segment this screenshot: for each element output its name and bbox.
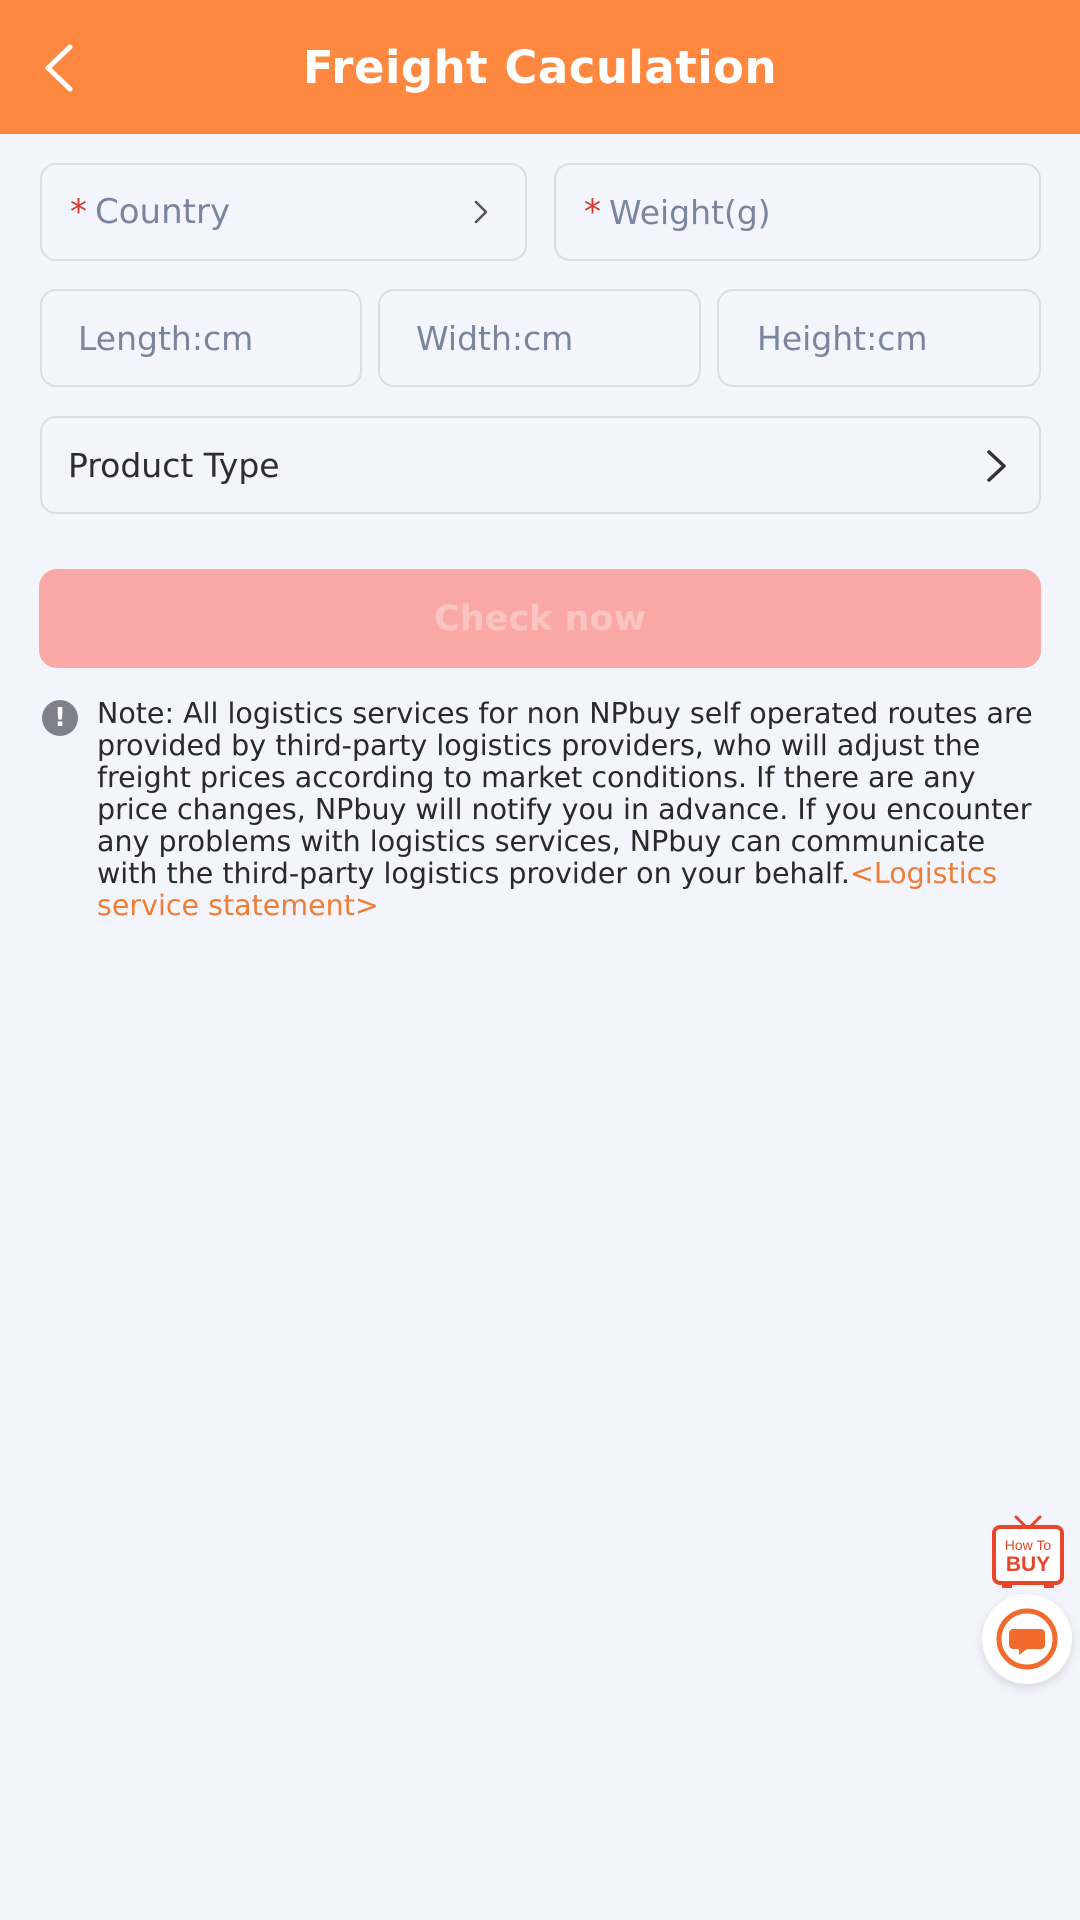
check-now-button[interactable]: Check now [39, 569, 1041, 668]
height-input[interactable] [757, 318, 1039, 358]
info-icon: ! [42, 700, 78, 736]
chevron-right-icon [987, 450, 1006, 482]
country-select[interactable]: * Country [40, 163, 527, 261]
chevron-right-icon [474, 200, 488, 224]
page-title: Freight Caculation [302, 40, 778, 94]
back-button[interactable] [28, 38, 88, 98]
weight-input[interactable] [609, 192, 1039, 232]
chat-icon [996, 1608, 1058, 1670]
customer-service-button[interactable] [982, 1594, 1072, 1684]
weight-field[interactable]: * [554, 163, 1041, 261]
width-field[interactable] [378, 289, 701, 387]
country-placeholder: Country [95, 192, 231, 232]
required-mark: * [584, 192, 601, 232]
width-input[interactable] [416, 318, 699, 358]
required-mark: * [70, 192, 87, 232]
how-to-buy-button[interactable]: How To BUY [988, 1513, 1068, 1591]
product-type-select[interactable]: Product Type [40, 416, 1041, 514]
how-to-text: How To [1004, 1537, 1052, 1553]
length-input[interactable] [78, 318, 360, 358]
buy-text: BUY [1005, 1553, 1051, 1576]
top-nav-bar: Freight Caculation [0, 0, 1080, 134]
product-type-label: Product Type [68, 445, 280, 485]
chevron-left-icon [45, 44, 73, 92]
logistics-note: Note: All logistics services for non NPb… [97, 698, 1037, 922]
length-field[interactable] [40, 289, 362, 387]
height-field[interactable] [717, 289, 1041, 387]
